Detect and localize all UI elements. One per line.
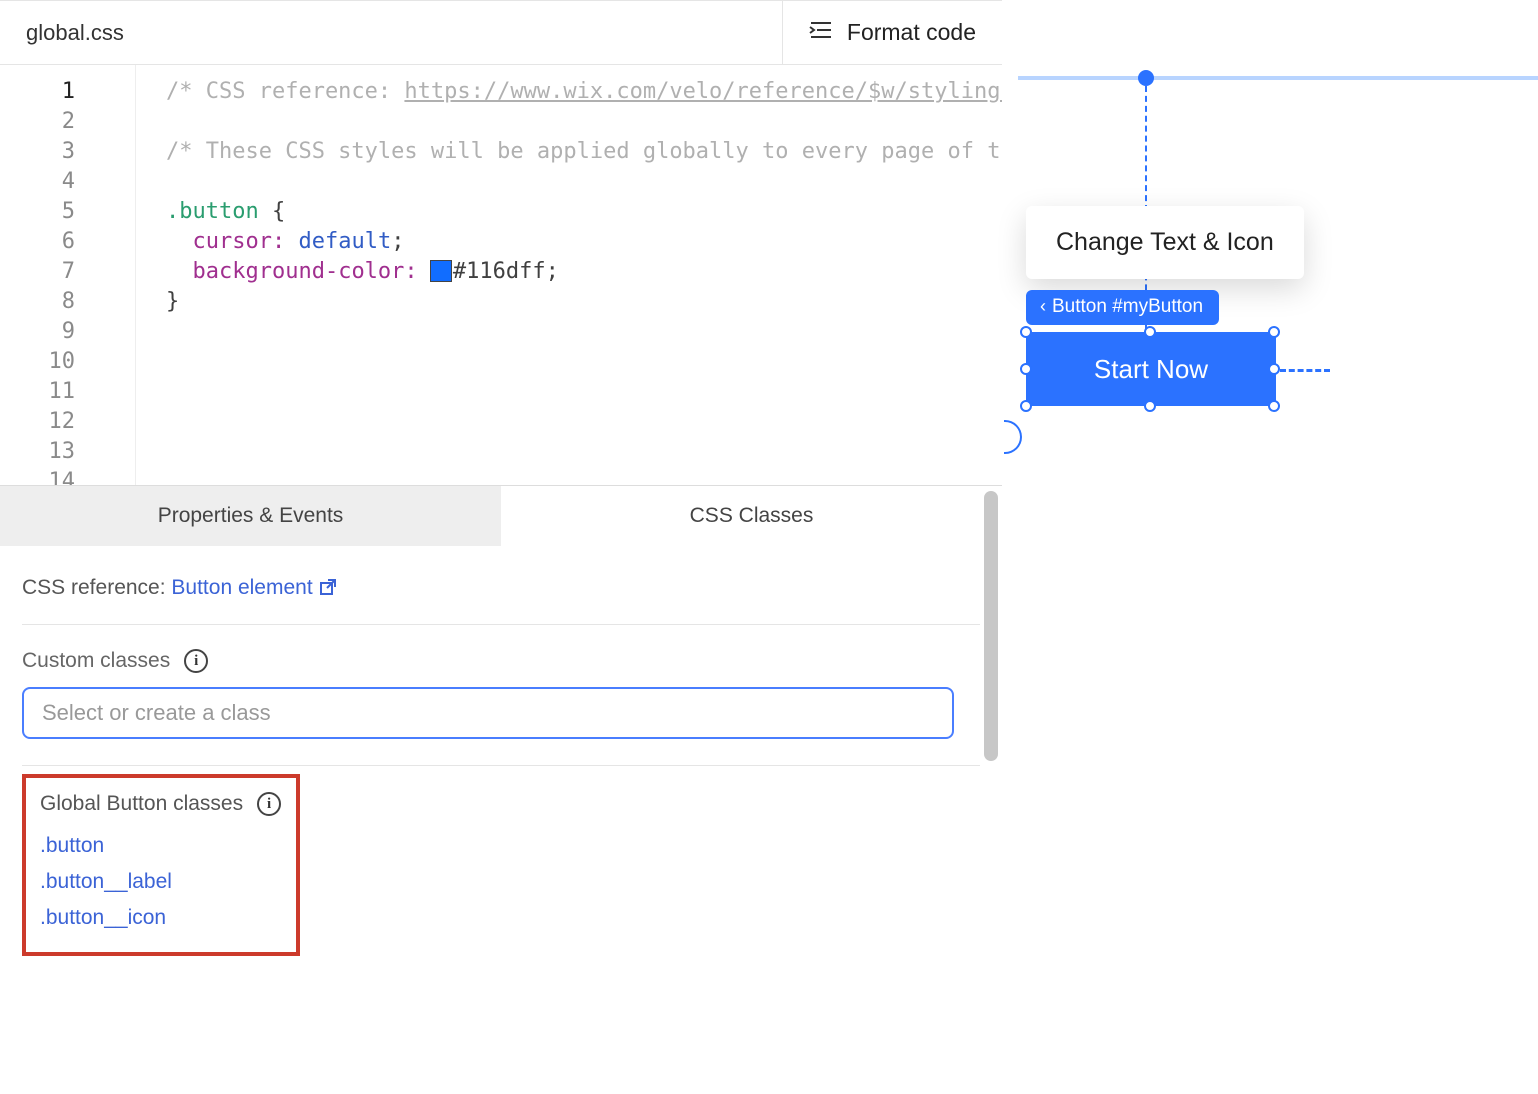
code-area[interactable]: 1 2 3 4 5 6 7 8 9 10 11 12 13 14 /* CSS … — [0, 65, 1002, 485]
ruler-marker[interactable] — [1138, 70, 1154, 86]
resize-handle[interactable] — [1020, 400, 1032, 412]
external-link-icon — [319, 576, 337, 599]
line-number: 9 — [0, 317, 75, 347]
format-code-button[interactable]: Format code — [782, 1, 1002, 64]
properties-panel: Properties & Events CSS Classes CSS refe… — [0, 485, 1002, 976]
file-tab[interactable]: global.css — [0, 1, 150, 64]
measure-line — [1280, 369, 1330, 372]
line-number: 7 — [0, 257, 75, 287]
css-reference-link[interactable]: Button element — [171, 576, 336, 599]
tab-properties-events[interactable]: Properties & Events — [0, 486, 501, 546]
code-comment: /* These CSS styles will be applied glob… — [166, 139, 1002, 164]
css-reference-row: CSS reference: Button element — [22, 566, 980, 625]
resize-handle[interactable] — [1020, 326, 1032, 338]
resize-handle[interactable] — [1268, 363, 1280, 375]
ruler — [1018, 76, 1538, 80]
line-number: 10 — [0, 347, 75, 377]
side-handle[interactable] — [1004, 420, 1022, 454]
resize-handle[interactable] — [1268, 400, 1280, 412]
line-number: 14 — [0, 467, 75, 485]
resize-handle[interactable] — [1144, 400, 1156, 412]
global-class-item[interactable]: .button__label — [40, 864, 282, 900]
code-editor-panel: global.css Format code 1 2 3 4 5 6 7 8 9 — [0, 0, 1002, 1094]
scrollbar[interactable] — [984, 491, 998, 761]
resize-handle[interactable] — [1020, 363, 1032, 375]
line-number: 12 — [0, 407, 75, 437]
start-now-button[interactable]: Start Now — [1026, 332, 1276, 406]
line-number: 13 — [0, 437, 75, 467]
code-comment: /* CSS reference: https://www.wix.com/ve… — [166, 79, 1002, 104]
code-selector: .button — [166, 199, 259, 224]
divider — [22, 765, 980, 766]
element-breadcrumb-chip[interactable]: ‹ Button #myButton — [1026, 290, 1219, 325]
tab-css-classes[interactable]: CSS Classes — [501, 486, 1002, 546]
line-number: 1 — [0, 77, 75, 107]
resize-handle[interactable] — [1268, 326, 1280, 338]
code-link[interactable]: https://www.wix.com/velo/reference/$w/st… — [404, 79, 1002, 104]
line-gutter: 1 2 3 4 5 6 7 8 9 10 11 12 13 14 — [0, 65, 136, 485]
custom-classes-label: Custom classes i — [22, 625, 980, 687]
code-property: background-color: — [193, 259, 418, 284]
custom-classes-input[interactable]: Select or create a class — [22, 687, 954, 739]
global-classes-heading: Global Button classes — [40, 792, 243, 816]
line-number: 5 — [0, 197, 75, 227]
preview-canvas[interactable]: Change Text & Icon ‹ Button #myButton St… — [1004, 0, 1538, 1094]
global-button-classes-box: Global Button classes i .button .button_… — [22, 774, 300, 956]
info-icon[interactable]: i — [257, 792, 281, 816]
line-number: 8 — [0, 287, 75, 317]
line-number: 2 — [0, 107, 75, 137]
info-icon[interactable]: i — [184, 649, 208, 673]
panel-tabs: Properties & Events CSS Classes — [0, 486, 1002, 546]
format-icon — [809, 19, 833, 47]
resize-handle[interactable] — [1144, 326, 1156, 338]
line-number: 4 — [0, 167, 75, 197]
line-number: 3 — [0, 137, 75, 167]
line-number: 11 — [0, 377, 75, 407]
global-class-item[interactable]: .button__icon — [40, 900, 282, 936]
code-property: cursor: — [193, 229, 286, 254]
color-swatch[interactable] — [431, 261, 451, 281]
editor-header: global.css Format code — [0, 1, 1002, 65]
code-value: default — [298, 229, 391, 254]
code-value: #116dff — [453, 259, 546, 284]
code-text[interactable]: /* CSS reference: https://www.wix.com/ve… — [136, 65, 1002, 485]
global-class-item[interactable]: .button — [40, 828, 282, 864]
line-number: 6 — [0, 227, 75, 257]
format-code-label: Format code — [847, 19, 976, 46]
change-text-icon-popup[interactable]: Change Text & Icon — [1026, 206, 1304, 279]
chevron-left-icon: ‹ — [1040, 296, 1046, 317]
code-brace: } — [166, 289, 179, 314]
